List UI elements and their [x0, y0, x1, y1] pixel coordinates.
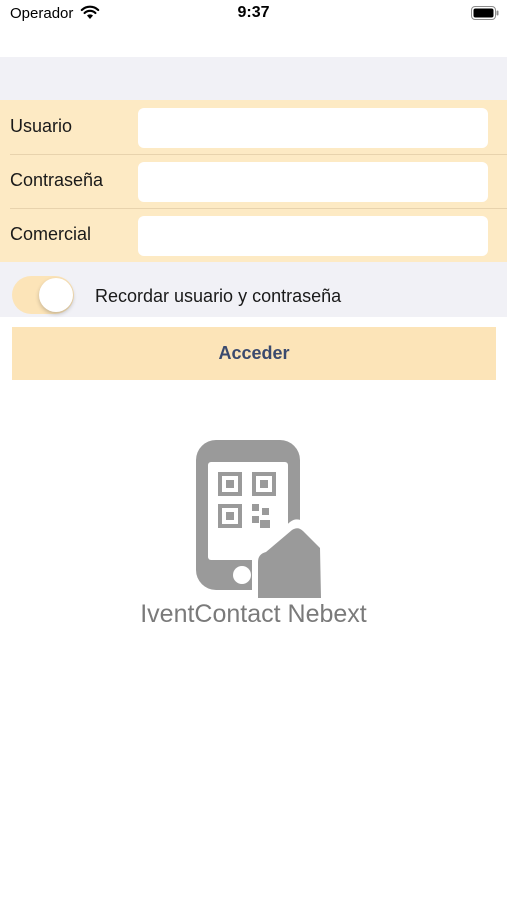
password-input[interactable]	[138, 162, 488, 202]
battery-icon	[471, 6, 499, 20]
remember-toggle[interactable]	[12, 276, 74, 314]
remember-label: Recordar usuario y contraseña	[95, 286, 342, 306]
username-label: Usuario	[10, 116, 73, 136]
qr-phone-logo-icon	[196, 440, 326, 598]
password-row: Contraseña	[0, 154, 507, 208]
commercial-row: Comercial	[0, 208, 507, 262]
toggle-knob	[39, 278, 73, 312]
header-spacer	[0, 57, 507, 100]
login-form: Usuario Contraseña Comercial	[0, 100, 507, 262]
username-input[interactable]	[138, 108, 488, 148]
commercial-label: Comercial	[10, 224, 92, 244]
status-bar: Operador 9:37	[0, 0, 507, 30]
password-label: Contraseña	[10, 170, 104, 190]
commercial-input[interactable]	[138, 216, 488, 256]
app-name: IventContact Nebext	[140, 600, 367, 628]
status-time: 9:37	[237, 4, 270, 21]
remember-section: Recordar usuario y contraseña	[0, 262, 507, 317]
login-button[interactable]: Acceder	[12, 327, 496, 380]
username-row: Usuario	[0, 100, 507, 154]
